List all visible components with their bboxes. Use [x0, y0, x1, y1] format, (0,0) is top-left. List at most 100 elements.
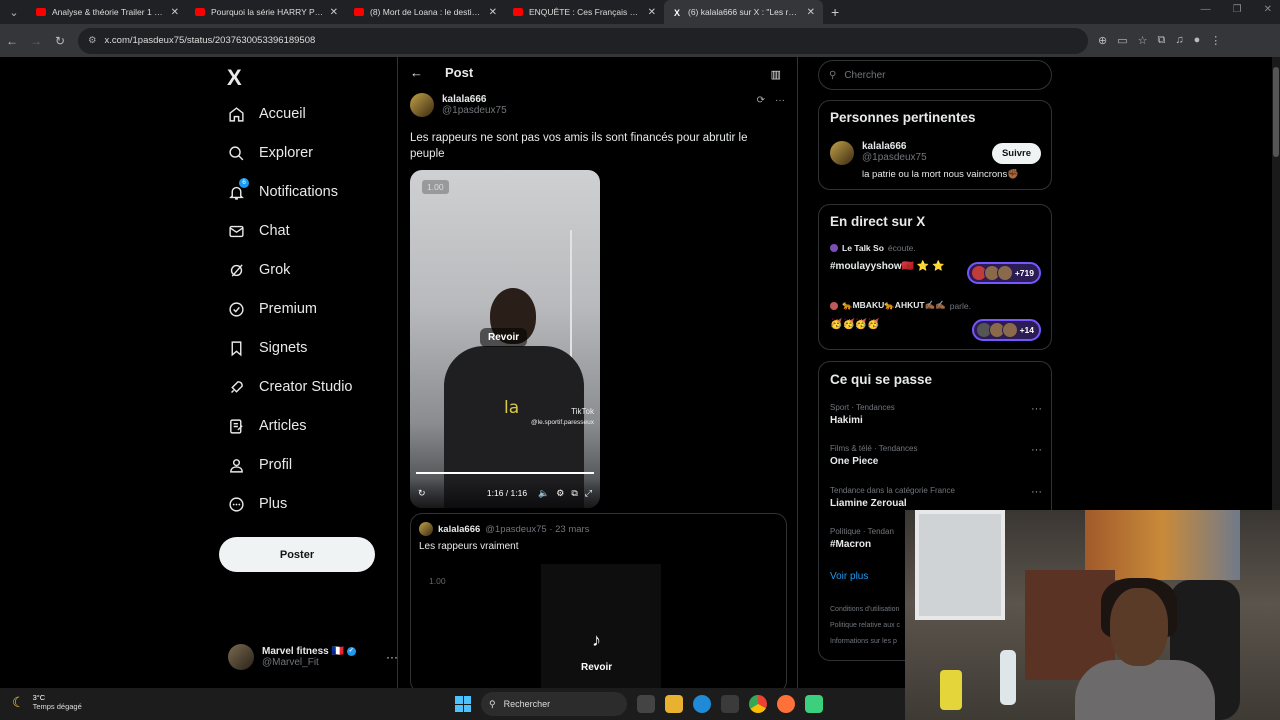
- follow-button[interactable]: Suivre: [991, 143, 1041, 164]
- x-logo[interactable]: X: [227, 65, 242, 91]
- sidebar-item-grok[interactable]: Grok: [227, 261, 290, 279]
- file-explorer-icon[interactable]: [665, 695, 683, 713]
- maximize-icon[interactable]: ❐: [1233, 4, 1242, 15]
- close-tab-icon[interactable]: ✕: [807, 7, 815, 18]
- account-name: Marvel fitness 🇫🇷: [262, 646, 344, 657]
- trend-item[interactable]: Tendance dans la catégorie France Liamin…: [830, 486, 1042, 509]
- chrome-icon[interactable]: [749, 695, 767, 713]
- task-view-icon[interactable]: [637, 695, 655, 713]
- live-listeners-pill[interactable]: +14: [971, 319, 1041, 341]
- avatar: [410, 93, 434, 117]
- search-input[interactable]: ⚲ Chercher: [818, 60, 1052, 90]
- sidebar-item-more[interactable]: Plus: [227, 495, 287, 513]
- relevant-person[interactable]: kalala666 @1pasdeux75 la patrie ou la mo…: [830, 141, 1019, 180]
- sidebar-item-label: Chat: [259, 223, 290, 239]
- live-listeners-pill[interactable]: +719: [966, 262, 1041, 284]
- sidebar-item-profile[interactable]: Profil: [227, 456, 292, 474]
- trend-item[interactable]: Films & télé · Tendances One Piece ···: [830, 444, 1042, 467]
- sidebar-item-articles[interactable]: Articles: [227, 417, 307, 435]
- listener-avatar: [1001, 322, 1018, 338]
- avatar: [419, 522, 433, 536]
- quoted-post[interactable]: kalala666 @1pasdeux75 · 23 mars Les rapp…: [410, 513, 787, 693]
- post-button[interactable]: Poster: [219, 537, 375, 572]
- browser-tab[interactable]: Analyse & théorie Trailer 1 de l ✕: [28, 0, 187, 24]
- volume-icon[interactable]: 🔈: [538, 488, 549, 499]
- browser-tab-active[interactable]: X (6) kalala666 sur X : "Les rappe ✕: [664, 0, 823, 24]
- video-progress-bar[interactable]: [416, 472, 594, 474]
- windows-start-icon[interactable]: [455, 696, 471, 712]
- reload-icon[interactable]: ↻: [48, 34, 72, 48]
- reader-mode-icon[interactable]: ▥: [771, 68, 781, 81]
- live-item[interactable]: Le Talk So écoute. #moulayyshow🇲🇦 ⭐ ⭐: [830, 243, 945, 272]
- close-tab-icon[interactable]: ✕: [330, 7, 338, 18]
- footer-link[interactable]: Conditions d'utilisation: [830, 602, 900, 618]
- weather-widget[interactable]: ☾ 3°C Temps dégagé: [12, 693, 82, 711]
- browser-tab[interactable]: ENQUÊTE : Ces Français prêts à ✕: [505, 0, 664, 24]
- url-text[interactable]: x.com/1pasdeux75/status/2037630053396189…: [105, 35, 316, 46]
- see-more-link[interactable]: Voir plus: [830, 571, 868, 582]
- sidebar-item-notifications[interactable]: 6 Notifications: [227, 178, 338, 201]
- cast-icon[interactable]: ▭: [1117, 34, 1127, 47]
- browser-tab[interactable]: (8) Mort de Loana : le destin b ✕: [346, 0, 505, 24]
- sidebar-item-bookmarks[interactable]: Signets: [227, 339, 307, 357]
- new-tab-button[interactable]: +: [831, 4, 839, 20]
- site-settings-icon[interactable]: ⚙: [88, 35, 97, 46]
- replay-icon[interactable]: ↻: [418, 488, 426, 499]
- firefox-icon[interactable]: [777, 695, 795, 713]
- back-arrow-icon[interactable]: ←: [410, 65, 423, 80]
- app-icon[interactable]: [805, 695, 823, 713]
- tab-title: (6) kalala666 sur X : "Les rappe: [688, 7, 801, 17]
- forward-arrow-icon[interactable]: →: [24, 34, 48, 48]
- footer-link[interactable]: Informations sur les p: [830, 634, 900, 650]
- sidebar-item-explore[interactable]: Explorer: [227, 144, 313, 162]
- menu-dots-icon[interactable]: ⋮: [1210, 34, 1221, 47]
- more-dots-icon[interactable]: ···: [1031, 444, 1042, 456]
- minimize-icon[interactable]: —: [1201, 4, 1211, 15]
- live-title: #moulayyshow🇲🇦 ⭐ ⭐: [830, 261, 945, 272]
- scrollbar-thumb[interactable]: [1273, 67, 1279, 157]
- fullscreen-icon[interactable]: ⤢: [585, 488, 592, 499]
- video-controls: ↻ 1:16 / 1:16 🔈 ⚙ ⧉ ⤢: [410, 478, 600, 508]
- edge-icon[interactable]: [693, 695, 711, 713]
- pip-icon[interactable]: ⧉: [571, 488, 577, 499]
- close-tab-icon[interactable]: ✕: [648, 7, 656, 18]
- media-icon[interactable]: ♫: [1175, 34, 1183, 47]
- more-dots-icon[interactable]: ···: [1031, 486, 1042, 498]
- settings-icon[interactable]: ⚙: [556, 488, 564, 499]
- replay-button[interactable]: Revoir: [480, 328, 528, 347]
- live-item[interactable]: 🐆MBAKU🐆AHKUT✍🏾✍🏾 parle. 🥳🥳🥳🥳: [830, 300, 971, 330]
- card-title: Personnes pertinentes: [830, 110, 976, 125]
- video-player[interactable]: la TikTok @le.sportif.paresseux 1.00 Rev…: [410, 170, 600, 508]
- taskbar-search[interactable]: ⚲ Rechercher: [481, 692, 627, 716]
- url-field[interactable]: ⚙ x.com/1pasdeux75/status/20376300533961…: [78, 27, 1088, 54]
- sidebar-item-premium[interactable]: Premium: [227, 300, 317, 318]
- playback-speed-label: 1.00: [422, 180, 449, 194]
- profile-icon[interactable]: ●: [1194, 34, 1201, 47]
- footer-link[interactable]: Politique relative aux c: [830, 618, 900, 634]
- sidebar-item-home[interactable]: Accueil: [227, 105, 306, 123]
- trend-item[interactable]: Sport · Tendances Hakimi ···: [830, 403, 1042, 426]
- home-icon: [227, 105, 245, 123]
- sidebar-item-chat[interactable]: Chat: [227, 222, 290, 240]
- close-tab-icon[interactable]: ✕: [489, 7, 497, 18]
- post-author[interactable]: kalala666 @1pasdeux75: [410, 93, 507, 117]
- close-tab-icon[interactable]: ✕: [171, 7, 179, 18]
- grok-icon[interactable]: ⟳: [757, 95, 765, 106]
- back-arrow-icon[interactable]: ←: [0, 34, 24, 48]
- quoted-video[interactable]: ♪ Revoir: [541, 564, 661, 692]
- store-icon[interactable]: [721, 695, 739, 713]
- account-switcher[interactable]: Marvel fitness 🇫🇷 ✓ @Marvel_Fit ···: [228, 644, 398, 670]
- grok-icon: [227, 261, 245, 279]
- replay-button[interactable]: Revoir: [581, 662, 612, 673]
- install-icon[interactable]: ⊕: [1098, 34, 1107, 47]
- more-dots-icon[interactable]: ···: [775, 95, 785, 106]
- live-card: En direct sur X Le Talk So écoute. #moula…: [818, 204, 1052, 350]
- tab-list-chevron-icon[interactable]: ⌄: [0, 6, 28, 19]
- extensions-icon[interactable]: ⧉: [1158, 34, 1166, 47]
- listener-count: +14: [1019, 325, 1034, 335]
- bookmark-star-icon[interactable]: ☆: [1138, 34, 1148, 47]
- browser-tab[interactable]: Pourquoi la série HARRY POTT ✕: [187, 0, 346, 24]
- sidebar-item-creator-studio[interactable]: Creator Studio: [227, 378, 353, 396]
- close-window-icon[interactable]: ✕: [1264, 4, 1272, 15]
- more-dots-icon[interactable]: ···: [1031, 403, 1042, 415]
